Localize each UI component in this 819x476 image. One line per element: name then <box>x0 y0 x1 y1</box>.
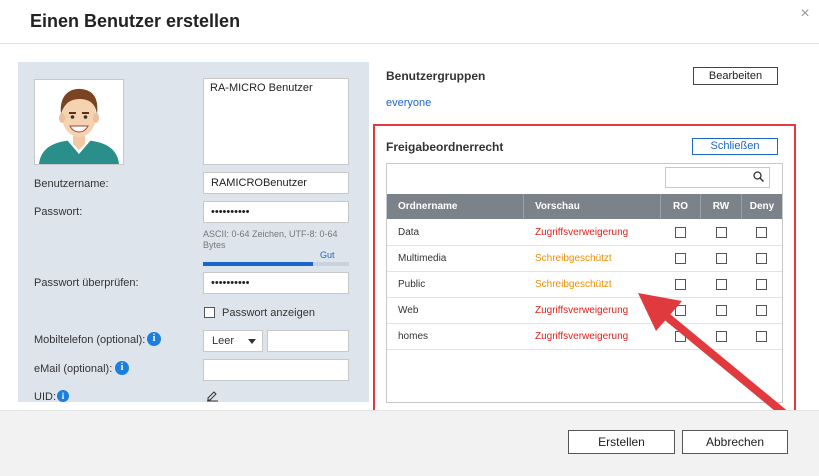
avatar-picture-icon <box>35 80 123 164</box>
rw-checkbox[interactable] <box>716 253 727 264</box>
ro-checkbox[interactable] <box>675 227 686 238</box>
close-icon[interactable]: × <box>797 6 813 22</box>
password-strength-bar <box>203 262 349 266</box>
column-folder-name[interactable]: Ordnername <box>387 194 524 219</box>
password-hint: ASCII: 0-64 Zeichen, UTF-8: 0-64 Bytes <box>203 229 338 250</box>
password-strength-label: Gut <box>320 250 335 260</box>
edit-icon[interactable] <box>206 390 219 402</box>
table-header: Ordnername Vorschau RO RW Deny <box>387 194 782 219</box>
mobile-input[interactable] <box>267 330 349 352</box>
show-password-checkbox[interactable] <box>204 307 215 318</box>
folder-search-input[interactable] <box>665 167 770 188</box>
column-rw[interactable]: RW <box>701 194 742 219</box>
uid-label: UID: <box>34 391 56 403</box>
folder-preview: Zugriffsverweigerung <box>535 331 629 342</box>
folder-preview: Zugriffsverweigerung <box>535 227 629 238</box>
folder-preview: Schreibgeschützt <box>535 279 612 290</box>
folder-preview: Schreibgeschützt <box>535 253 612 264</box>
column-preview[interactable]: Vorschau <box>524 194 661 219</box>
ro-checkbox[interactable] <box>675 253 686 264</box>
rw-checkbox[interactable] <box>716 227 727 238</box>
folder-name: Multimedia <box>398 253 447 264</box>
deny-checkbox[interactable] <box>756 227 767 238</box>
confirm-password-label: Passwort überprüfen: <box>34 277 139 289</box>
header-divider <box>0 43 819 44</box>
chevron-down-icon <box>248 339 256 344</box>
mobile-info-icon[interactable]: i <box>147 332 161 346</box>
mobile-country-select[interactable]: Leer <box>203 330 263 352</box>
folder-name: Public <box>398 279 426 290</box>
password-label: Passwort: <box>34 206 83 218</box>
close-permissions-button[interactable]: Schließen <box>692 138 778 155</box>
column-ro[interactable]: RO <box>661 194 701 219</box>
dialog-title: Einen Benutzer erstellen <box>30 11 241 31</box>
password-strength-fill <box>203 262 313 266</box>
user-groups-heading: Benutzergruppen <box>386 69 486 83</box>
folder-preview: Zugriffsverweigerung <box>535 305 629 316</box>
group-everyone[interactable]: everyone <box>386 97 431 109</box>
cancel-button[interactable]: Abbrechen <box>682 430 788 454</box>
deny-checkbox[interactable] <box>756 253 767 264</box>
username-input[interactable]: RAMICROBenutzer <box>203 172 349 194</box>
create-button[interactable]: Erstellen <box>568 430 675 454</box>
shared-folder-permission-heading: Freigabeordnerrecht <box>386 140 504 154</box>
username-label: Benutzername: <box>34 178 109 190</box>
description-field[interactable]: RA-MICRO Benutzer <box>203 78 349 165</box>
uid-info-icon[interactable]: i <box>57 390 69 402</box>
folder-name: homes <box>398 331 429 342</box>
folder-name: Data <box>398 227 420 238</box>
email-input[interactable] <box>203 359 349 381</box>
avatar[interactable] <box>34 79 124 165</box>
folder-name: Web <box>398 305 419 316</box>
mobile-label: Mobiltelefon (optional): <box>34 334 146 346</box>
search-icon <box>753 171 764 182</box>
edit-groups-button[interactable]: Bearbeiten <box>693 67 778 85</box>
table-row[interactable]: Multimedia Schreibgeschützt <box>387 246 782 272</box>
email-label: eMail (optional): <box>34 363 113 375</box>
show-password-label: Passwort anzeigen <box>222 307 315 319</box>
password-input[interactable]: •••••••••• <box>203 201 349 223</box>
email-info-icon[interactable]: i <box>115 361 129 375</box>
column-deny[interactable]: Deny <box>742 194 782 219</box>
mobile-country-value: Leer <box>212 335 235 347</box>
confirm-password-input[interactable]: •••••••••• <box>203 272 349 294</box>
table-row[interactable]: Data Zugriffsverweigerung <box>387 220 782 246</box>
